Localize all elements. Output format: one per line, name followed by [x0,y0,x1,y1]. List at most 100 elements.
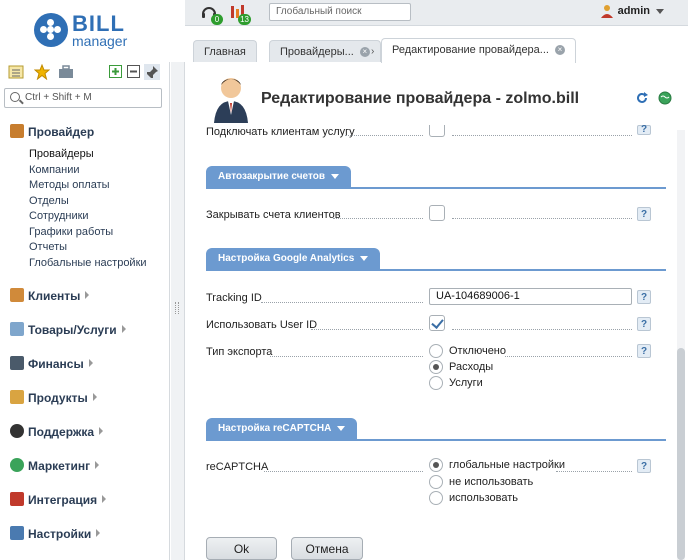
tab-home[interactable]: Главная [193,40,257,62]
chevron-right-icon [88,359,93,367]
chevron-right-icon [92,393,97,401]
dotted-leader [452,218,632,219]
use-user-id-label: Использовать User ID [206,319,318,331]
connect-clients-checkbox[interactable] [429,125,445,137]
logo-text-manager: manager [72,33,128,49]
dotted-leader [452,329,632,330]
recaptcha-option-global-radio[interactable] [429,458,443,472]
alerts-icon[interactable]: 13 [227,3,251,25]
export-option-services-radio[interactable] [429,376,443,390]
close-invoices-checkbox[interactable] [429,205,445,221]
recaptcha-option-on-radio[interactable] [429,491,443,505]
sidebar-splitter[interactable] [171,62,185,560]
sidebar-section-integration[interactable]: Интеграция [10,492,107,507]
sidebar-item-reports[interactable]: Отчеты [29,241,67,253]
list-view-icon[interactable] [8,64,24,80]
chevron-down-icon [337,425,346,431]
section-title: Настройка reCAPTCHA [218,423,332,434]
recaptcha-option-off-radio[interactable] [429,475,443,489]
dotted-leader [264,471,423,472]
export-option-disabled-label[interactable]: Отключено [449,345,506,357]
tab-bar: Главная Провайдеры... × › Редактирование … [185,38,688,63]
help-icon[interactable]: ? [637,317,651,331]
sidebar-section-support[interactable]: Поддержка [10,424,104,439]
sidebar-item-payment-methods[interactable]: Методы оплаты [29,179,110,191]
refresh-icon[interactable] [635,91,649,105]
expand-all-icon[interactable] [108,64,124,80]
section-google-analytics[interactable]: Настройка Google Analytics [206,248,666,271]
section-label: Провайдер [28,125,95,139]
sidebar-item-departments[interactable]: Отделы [29,195,69,207]
sidebar-item-providers[interactable]: Провайдеры [29,148,94,160]
tab-label: Провайдеры... [280,46,354,58]
section-label: Настройки [28,527,92,541]
sidebar-toolbar [0,62,170,84]
sidebar-section-products[interactable]: Продукты [10,390,97,405]
tab-providers[interactable]: Провайдеры... × [269,40,381,62]
help-icon[interactable]: ? [637,125,651,135]
sidebar-section-settings[interactable]: Настройки [10,526,101,541]
sidebar-item-companies[interactable]: Компании [29,164,80,176]
help-globe-icon[interactable] [658,91,672,105]
billmanager-logo[interactable]: BILL manager [34,11,144,51]
splitter-grip-icon [175,302,179,314]
export-option-disabled-radio[interactable] [429,344,443,358]
chevron-right-icon [99,427,104,435]
section-label: Товары/Услуги [28,323,117,337]
recaptcha-option-global-label[interactable]: глобальные настройки [449,459,565,471]
section-divider [206,269,666,271]
sidebar-item-schedules[interactable]: Графики работы [29,226,113,238]
sidebar-item-employees[interactable]: Сотрудники [29,210,89,222]
content-scrollbar[interactable] [677,130,685,560]
user-menu[interactable]: admin [600,5,664,18]
provider-icon [10,124,24,138]
ok-button[interactable]: Ok [206,537,277,560]
favorites-star-icon[interactable] [34,64,50,80]
cancel-button[interactable]: Отмена [291,537,363,560]
sidebar-section-finance[interactable]: Финансы [10,356,93,371]
sidebar-section-provider[interactable]: Провайдер [10,124,94,139]
section-label: Продукты [28,391,88,405]
section-tab[interactable]: Автозакрытие счетов [206,166,351,188]
section-autoclose-invoices[interactable]: Автозакрытие счетов [206,166,666,189]
search-placeholder: Ctrl + Shift + M [25,92,92,103]
briefcase-icon[interactable] [58,64,74,80]
tab-label: Главная [204,46,246,58]
chevron-right-icon [121,325,126,333]
sidebar-search-input[interactable]: Ctrl + Shift + M [4,88,162,108]
global-search-input[interactable]: Глобальный поиск [269,3,411,21]
section-tab[interactable]: Настройка Google Analytics [206,248,381,270]
headset-notifications-icon[interactable]: 0 [199,3,223,25]
logo-mark-icon [34,13,68,47]
help-icon[interactable]: ? [637,344,651,358]
use-user-id-checkbox[interactable] [429,315,445,331]
close-icon[interactable]: × [554,45,565,56]
alerts-badge: 13 [238,14,251,25]
sidebar-item-global-settings[interactable]: Глобальные настройки [29,257,147,269]
collapse-all-icon[interactable] [126,64,142,80]
section-recaptcha[interactable]: Настройка reCAPTCHA [206,418,666,441]
provider-avatar-icon [214,78,248,123]
export-option-expenses-label[interactable]: Расходы [449,361,493,373]
sidebar-section-clients[interactable]: Клиенты [10,288,90,303]
recaptcha-option-off-label[interactable]: не использовать [449,476,533,488]
sidebar-section-marketing[interactable]: Маркетинг [10,458,100,473]
tracking-id-input[interactable]: UA-104689006-1 [429,288,632,305]
section-tab[interactable]: Настройка reCAPTCHA [206,418,358,440]
help-icon[interactable]: ? [637,290,651,304]
tab-label: Редактирование провайдера... [392,44,549,56]
pin-icon[interactable] [144,64,160,80]
scrollbar-thumb[interactable] [677,348,685,560]
export-option-expenses-radio[interactable] [429,360,443,374]
sidebar-section-goods[interactable]: Товары/Услуги [10,322,126,337]
export-option-services-label[interactable]: Услуги [449,377,483,389]
help-icon[interactable]: ? [637,459,651,473]
tab-edit-provider[interactable]: Редактирование провайдера... × [381,38,576,63]
section-divider [206,439,666,441]
integration-icon [10,492,24,506]
recaptcha-option-on-label[interactable]: использовать [449,492,518,504]
close-icon[interactable]: × [359,47,370,58]
help-icon[interactable]: ? [637,207,651,221]
close-invoices-label: Закрывать счета клиентов [206,209,341,221]
section-divider [206,187,666,189]
